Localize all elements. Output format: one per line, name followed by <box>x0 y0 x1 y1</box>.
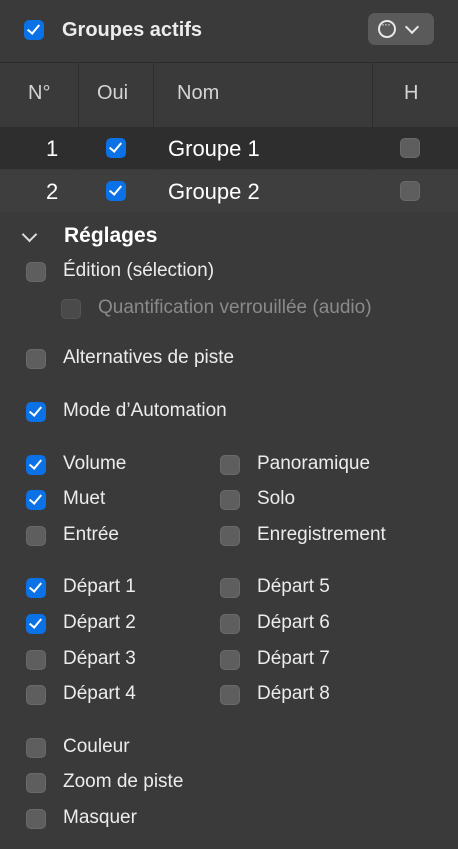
quantize-checkbox[interactable] <box>61 299 81 319</box>
edition-label: Édition (sélection) <box>63 260 215 281</box>
pan-checkbox[interactable] <box>220 455 240 475</box>
mute-checkbox[interactable] <box>26 490 46 510</box>
solo-checkbox[interactable] <box>220 490 240 510</box>
group-hide-checkbox[interactable] <box>400 181 420 201</box>
send-4-checkbox[interactable] <box>26 685 46 705</box>
hide-label: Masquer <box>63 807 137 828</box>
record-checkbox[interactable] <box>220 526 240 546</box>
active-groups-label: Groupes actifs <box>62 19 203 41</box>
send-3-label: Départ 3 <box>63 648 136 669</box>
send-3-checkbox[interactable] <box>26 650 46 670</box>
send-5-checkbox[interactable] <box>220 578 240 598</box>
color-label: Couleur <box>63 736 130 757</box>
send-5-label: Départ 5 <box>257 576 330 597</box>
color-checkbox[interactable] <box>26 738 46 758</box>
column-header-number[interactable]: N° <box>28 82 50 105</box>
track-zoom-label: Zoom de piste <box>63 771 184 792</box>
volume-label: Volume <box>63 453 127 474</box>
send-6-checkbox[interactable] <box>220 614 240 634</box>
alternatives-checkbox[interactable] <box>26 349 46 369</box>
group-name[interactable]: Groupe 2 <box>168 179 260 205</box>
send-6-label: Départ 6 <box>257 612 330 633</box>
group-name[interactable]: Groupe 1 <box>168 136 260 162</box>
send-4-label: Départ 4 <box>63 683 136 704</box>
send-7-checkbox[interactable] <box>220 650 240 670</box>
input-label: Entrée <box>63 524 119 545</box>
group-number: 2 <box>46 179 59 204</box>
group-enabled-checkbox[interactable] <box>106 181 126 201</box>
send-8-checkbox[interactable] <box>220 685 240 705</box>
table-row[interactable]: 1 Groupe 1 <box>0 127 458 169</box>
alternatives-label: Alternatives de piste <box>63 347 235 368</box>
group-enabled-checkbox[interactable] <box>106 138 126 158</box>
send-1-checkbox[interactable] <box>26 578 46 598</box>
group-hide-checkbox[interactable] <box>400 138 420 158</box>
volume-checkbox[interactable] <box>26 455 46 475</box>
pan-label: Panoramique <box>257 453 371 474</box>
send-1-label: Départ 1 <box>63 576 136 597</box>
column-header-yes[interactable]: Oui <box>97 82 128 105</box>
edition-checkbox[interactable] <box>26 262 46 282</box>
automation-label: Mode d’Automation <box>63 400 227 421</box>
record-label: Enregistrement <box>257 524 386 545</box>
chevron-down-icon[interactable] <box>21 226 38 243</box>
hide-checkbox[interactable] <box>26 809 46 829</box>
send-2-checkbox[interactable] <box>26 614 46 634</box>
group-number: 1 <box>46 136 59 161</box>
quantize-label: Quantification verrouillée (audio) <box>98 297 372 318</box>
column-header-hide[interactable]: H <box>404 82 418 105</box>
groups-header: Groupes actifs <box>0 0 458 63</box>
mute-label: Muet <box>63 488 106 509</box>
send-8-label: Départ 8 <box>257 683 330 704</box>
automation-checkbox[interactable] <box>26 402 46 422</box>
ellipsis-circle-icon <box>378 17 396 38</box>
solo-label: Solo <box>257 488 296 509</box>
column-header-name[interactable]: Nom <box>177 82 219 105</box>
table-header: N° Oui Nom H <box>0 63 458 125</box>
input-checkbox[interactable] <box>26 526 46 546</box>
send-7-label: Départ 7 <box>257 648 330 669</box>
active-groups-checkbox[interactable] <box>24 20 44 40</box>
table-row[interactable]: 2 Groupe 2 <box>0 170 458 212</box>
send-2-label: Départ 2 <box>63 612 136 633</box>
group-actions-menu-button[interactable] <box>368 13 434 45</box>
settings-title: Réglages <box>64 224 158 247</box>
chevron-down-icon <box>404 19 420 35</box>
track-zoom-checkbox[interactable] <box>26 773 46 793</box>
